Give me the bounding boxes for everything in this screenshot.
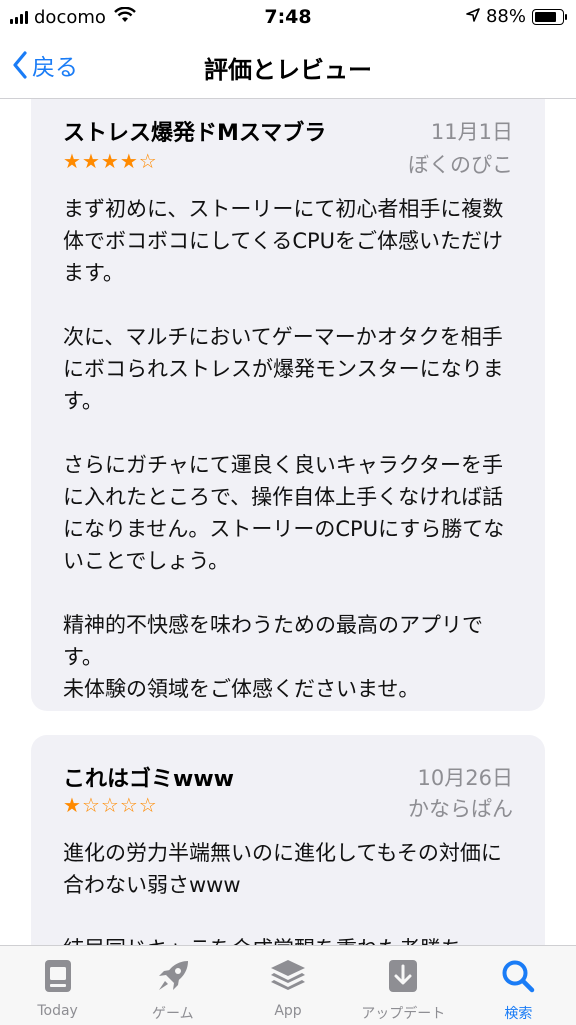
review-card[interactable]: これはゴミwww 10月26日 ★☆☆☆☆ かならぱん 進化の労力半端無いのに進… (31, 735, 545, 945)
battery-fill (535, 11, 557, 22)
review-card[interactable]: ストレス爆発ドMスマブラ 11月1日 ★★★★☆ ぼくのぴこ まず初めに、ストー… (31, 99, 545, 711)
review-author: かならぱん (408, 797, 513, 821)
status-bar: docomo 7:48 88% (0, 0, 576, 36)
tab-label: Today (37, 1003, 78, 1019)
star-empty-icon: ☆ (81, 793, 101, 817)
reviews-list[interactable]: ストレス爆発ドMスマブラ 11月1日 ★★★★☆ ぼくのぴこ まず初めに、ストー… (0, 99, 576, 945)
tab-label: ゲーム (152, 1006, 194, 1022)
star-filled-icon: ★ (100, 149, 120, 173)
rocket-icon (153, 956, 193, 996)
tab-search[interactable]: 検索 (461, 946, 576, 1025)
review-title: これはゴミwww (63, 767, 234, 792)
star-empty-icon: ☆ (138, 149, 158, 173)
tab-label: 検索 (504, 1006, 533, 1022)
tab-apps[interactable]: App (230, 946, 345, 1025)
review-author: ぼくのぴこ (408, 153, 513, 177)
layers-icon (268, 956, 308, 996)
star-empty-icon: ☆ (100, 793, 120, 817)
location-icon (466, 6, 480, 27)
tab-updates[interactable]: アップデート (346, 946, 461, 1025)
review-date: 11月1日 (430, 120, 513, 144)
star-empty-icon: ☆ (138, 793, 158, 817)
page-title: 評価とレビュー (204, 56, 372, 84)
review-date: 10月26日 (417, 766, 513, 790)
download-icon (383, 956, 423, 996)
review-body: 進化の労力半端無いのに進化してもその対価に合わない弱さwww 結局同じキャラを合… (63, 841, 502, 945)
tab-label: アップデート (361, 1006, 446, 1022)
battery-percent: 88% (485, 6, 526, 27)
status-right: 88% (466, 6, 567, 27)
star-filled-icon: ★ (81, 149, 101, 173)
star-rating: ★★★★☆ (63, 149, 158, 173)
tab-games[interactable]: ゲーム (115, 946, 230, 1025)
tab-today[interactable]: Today (0, 946, 115, 1025)
review-body: まず初めに、ストーリーにて初心者相手に複数体でボコボコにしてくるCPUをご体感い… (63, 197, 505, 701)
battery-icon (532, 8, 567, 25)
search-icon (498, 956, 538, 996)
review-title: ストレス爆発ドMスマブラ (63, 121, 327, 146)
star-filled-icon: ★ (119, 149, 139, 173)
navigation-bar: 戻る 評価とレビュー (0, 36, 576, 99)
tab-bar: Today ゲーム App アップデート 検索 (0, 945, 576, 1025)
star-rating: ★☆☆☆☆ (63, 793, 158, 817)
star-empty-icon: ☆ (119, 793, 139, 817)
tab-label: App (274, 1003, 302, 1019)
today-icon (38, 956, 78, 996)
star-filled-icon: ★ (63, 149, 82, 173)
star-filled-icon: ★ (63, 793, 82, 817)
